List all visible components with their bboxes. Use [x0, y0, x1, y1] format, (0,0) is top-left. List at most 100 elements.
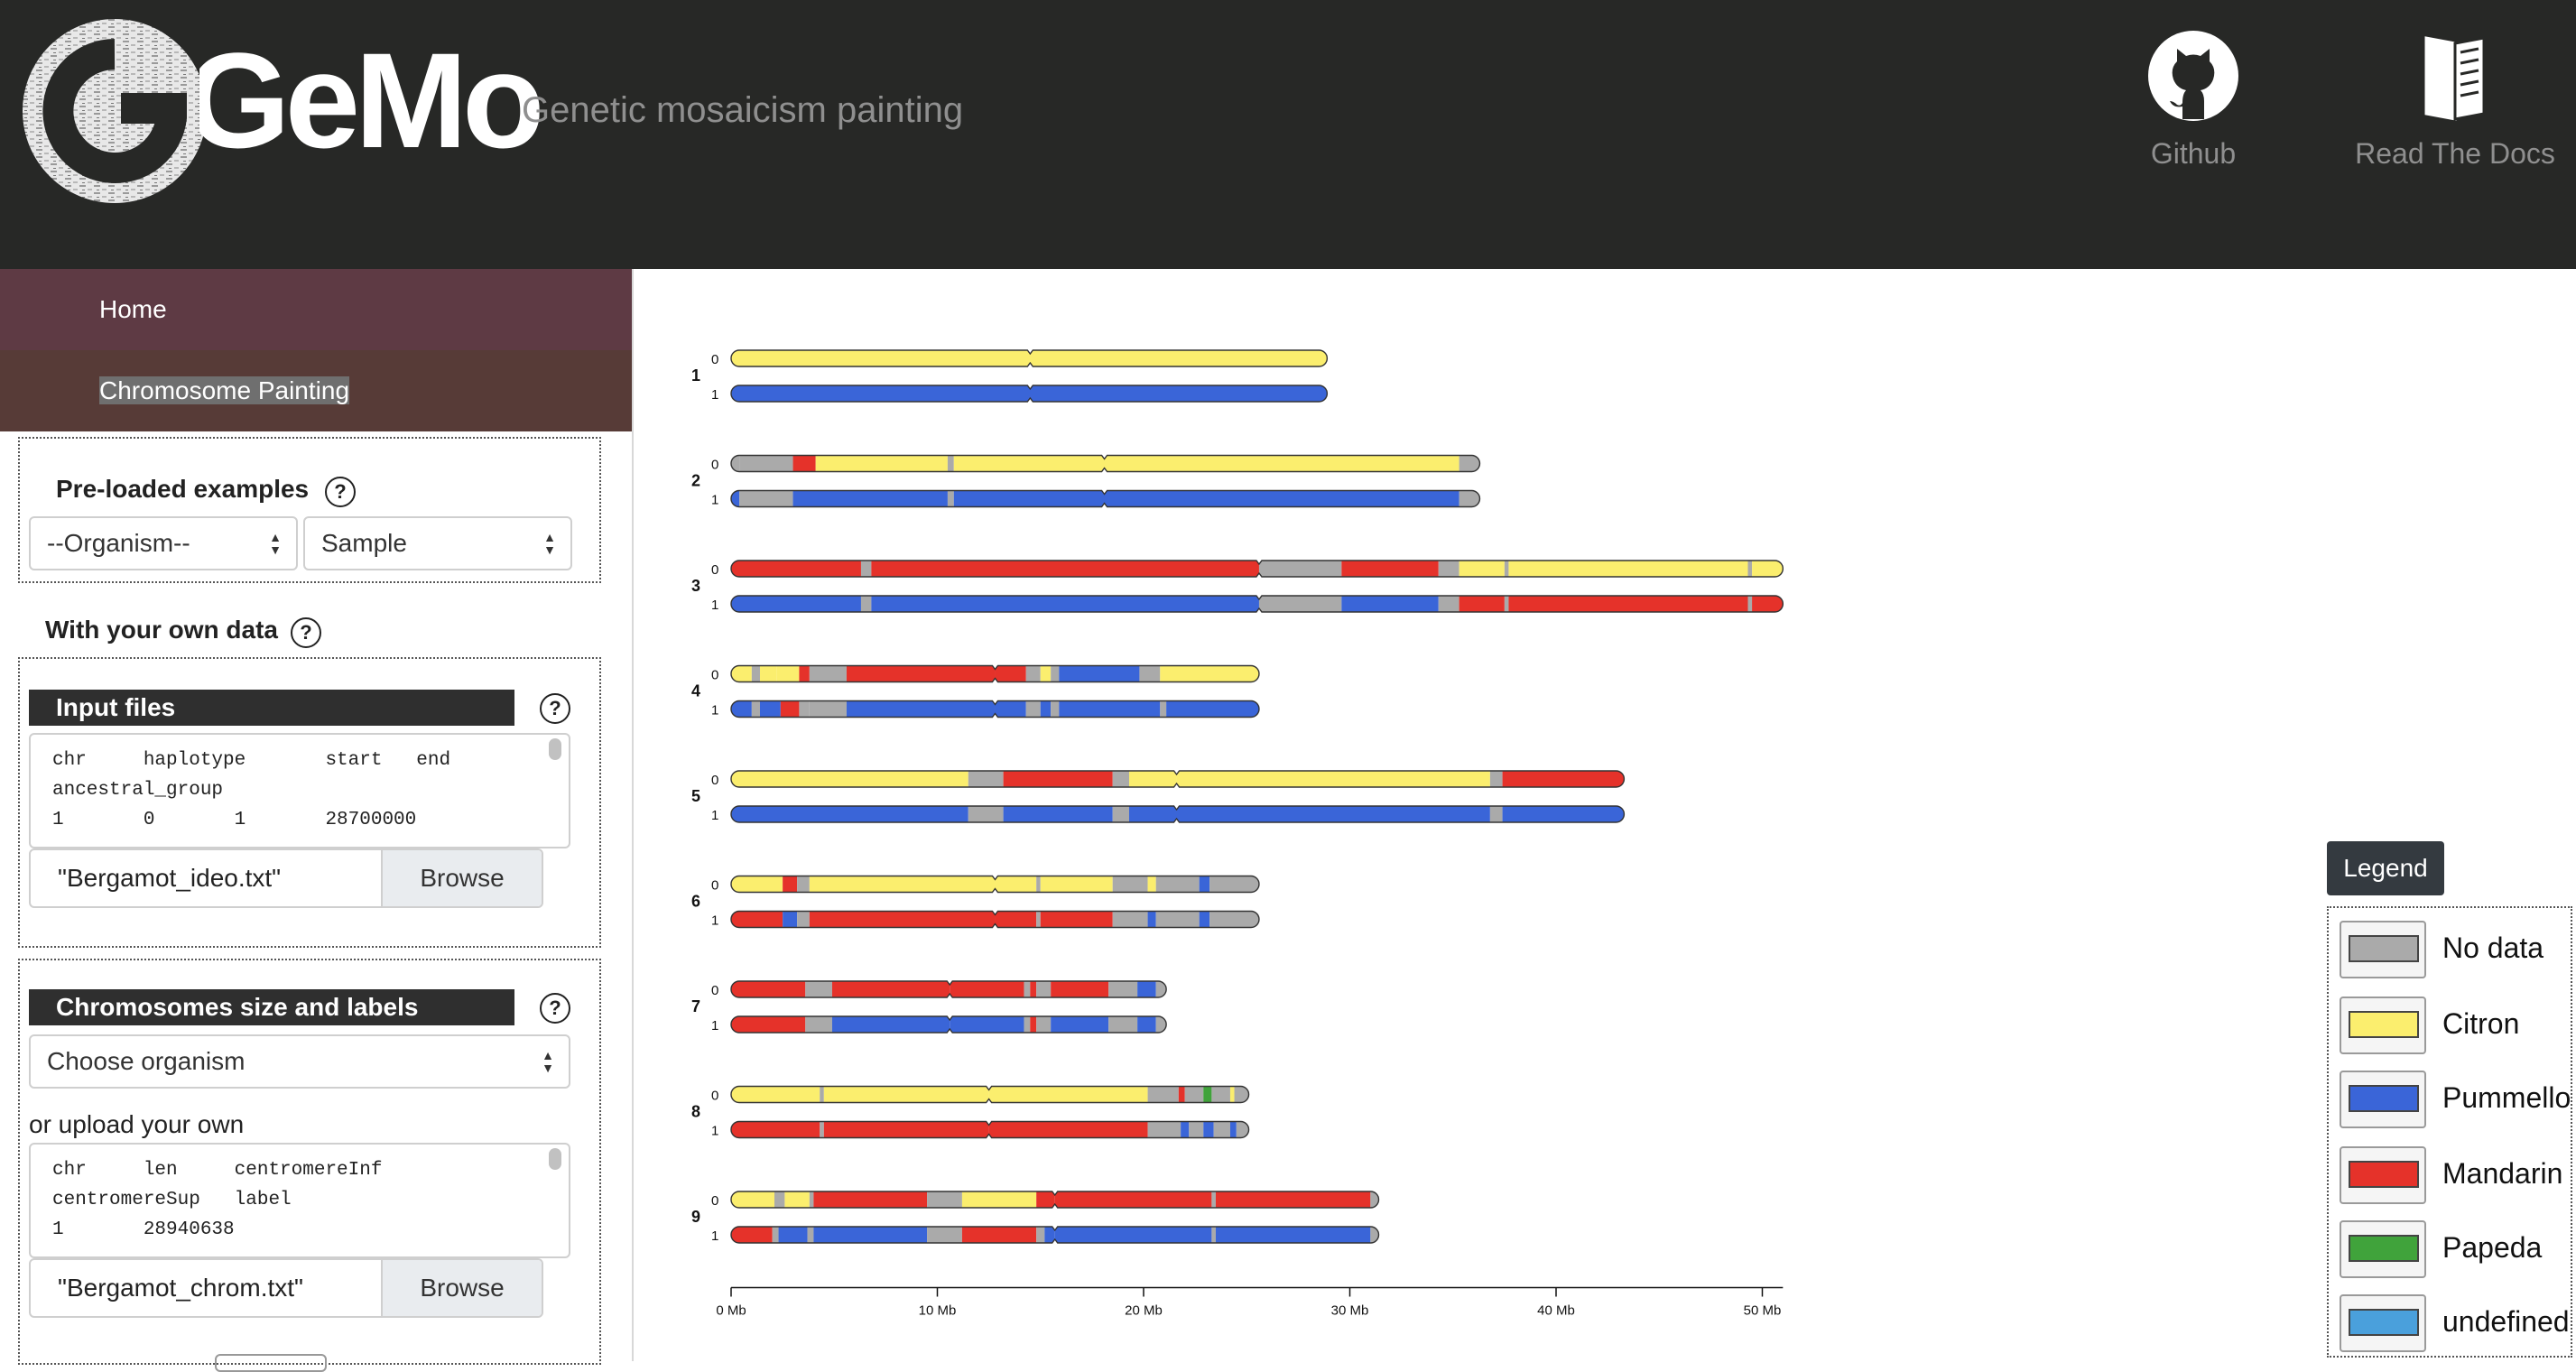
legend-label: No data — [2442, 932, 2544, 964]
legend-item-citron: Citron — [2340, 997, 2576, 1056]
segment-pummello — [1137, 1016, 1156, 1033]
segment-nodata — [1747, 561, 1753, 577]
segment-nodata — [1155, 876, 1200, 893]
chromosome-label: 4 — [691, 682, 700, 700]
segment-mandarin — [831, 981, 950, 997]
segment-mandarin — [995, 911, 1037, 928]
segment-mandarin — [950, 981, 1024, 997]
segment-citron — [1129, 771, 1177, 787]
segment-nodata — [1160, 700, 1167, 718]
haplotype-label: 1 — [711, 598, 718, 613]
preloaded-help-icon[interactable]: ? — [325, 477, 356, 507]
legend-color — [2349, 1309, 2419, 1336]
segment-citron — [815, 455, 948, 472]
nav-home-label: Home — [99, 295, 167, 323]
chromosome-label: 6 — [691, 893, 700, 911]
legend-color — [2349, 1235, 2419, 1262]
segment-mandarin — [809, 911, 996, 928]
ideo-file-input[interactable]: "Bergamot_ideo.txt" Browse — [29, 848, 543, 908]
haplotype-bar — [731, 665, 1259, 682]
chromosome-label: 8 — [691, 1103, 700, 1121]
haplotype-bar — [731, 876, 1259, 893]
chrom-file-input[interactable]: "Bergamot_chrom.txt" Browse — [29, 1258, 543, 1318]
github-label: Github — [2150, 137, 2237, 170]
segment-nodata — [1108, 981, 1138, 997]
legend-box: No data Citron Pummello Mandarin Papeda … — [2327, 906, 2572, 1358]
legend-item-undefined: undefined — [2340, 1294, 2576, 1354]
chrom-organism-select[interactable]: Choose organism ▲ ▼ — [29, 1034, 570, 1089]
ideo-file-name: "Bergamot_ideo.txt" — [58, 864, 282, 892]
select-arrows-icon: ▲ ▼ — [543, 530, 556, 557]
segment-pummello — [813, 1227, 928, 1243]
segment-nodata — [1108, 1016, 1138, 1033]
segment-pummello — [1166, 700, 1259, 718]
ideo-textarea-scrollbar[interactable] — [549, 738, 561, 760]
legend-swatch[interactable] — [2340, 1220, 2426, 1278]
segment-pummello — [831, 1016, 950, 1033]
legend-swatch[interactable] — [2340, 921, 2426, 978]
x-axis-tick-label: 40 Mb — [1537, 1303, 1575, 1319]
segment-nodata — [1747, 596, 1753, 612]
segment-nodata — [968, 771, 1004, 787]
nav-chrom-label: Chromosome Painting — [99, 376, 350, 404]
chrom-textarea-scrollbar[interactable] — [549, 1148, 561, 1170]
segment-mandarin — [846, 665, 996, 682]
book-icon — [2424, 36, 2486, 121]
segment-nodata — [1147, 1086, 1179, 1103]
segment-nodata — [739, 455, 793, 472]
segment-mandarin — [799, 665, 810, 682]
chrom-sizes-help-icon[interactable]: ? — [540, 993, 570, 1024]
input-files-header: Input files — [29, 690, 514, 726]
segment-citron — [1176, 771, 1490, 787]
nav-item-home[interactable]: Home — [0, 269, 632, 350]
haplotype-label: 1 — [711, 1018, 718, 1034]
segment-mandarin — [995, 665, 1026, 682]
submit-button[interactable] — [215, 1354, 327, 1372]
segment-nodata — [751, 700, 760, 718]
docs-link[interactable]: Read The Docs — [2347, 29, 2563, 171]
segment-pummello — [1229, 1121, 1237, 1138]
segment-nodata — [772, 1227, 779, 1243]
segment-mandarin — [731, 1121, 820, 1138]
legend-swatch[interactable] — [2340, 1294, 2426, 1352]
segment-pummello — [1181, 1121, 1190, 1138]
legend-swatch[interactable] — [2340, 1146, 2426, 1204]
segment-mandarin — [1752, 596, 1784, 612]
segment-nodata — [1211, 1086, 1230, 1103]
legend-swatch[interactable] — [2340, 1071, 2426, 1128]
chromosome-label: 3 — [691, 577, 700, 595]
legend-color — [2349, 1011, 2419, 1038]
organism-select[interactable]: --Organism-- ▲ ▼ — [29, 516, 298, 570]
nav-item-chromosome-painting[interactable]: Chromosome Painting — [0, 350, 632, 431]
segment-mandarin — [823, 1121, 989, 1138]
segment-pummello — [778, 1227, 808, 1243]
haplotype-label: 1 — [711, 808, 718, 823]
segment-nodata — [1147, 1121, 1181, 1138]
segment-citron — [1508, 561, 1748, 577]
segment-citron — [1229, 1086, 1235, 1103]
organism-select-value: --Organism-- — [47, 529, 190, 557]
segment-pummello — [1054, 1227, 1212, 1243]
segment-nodata — [1489, 806, 1503, 822]
chrom-textarea[interactable]: chr len centromereInf centromereSup labe… — [29, 1143, 570, 1258]
segment-mandarin — [1036, 1191, 1055, 1208]
own-data-help-icon[interactable]: ? — [291, 617, 321, 648]
segment-citron — [731, 1086, 820, 1103]
segment-mandarin — [1178, 1086, 1185, 1103]
github-link[interactable]: Github — [2103, 29, 2284, 171]
segment-mandarin — [731, 1016, 806, 1033]
input-files-help-icon[interactable]: ? — [540, 693, 570, 724]
segment-nodata — [1024, 1016, 1031, 1033]
ideo-browse-button[interactable]: Browse — [381, 850, 542, 906]
segment-citron — [1752, 561, 1784, 577]
segment-citron — [1040, 665, 1052, 682]
sample-select[interactable]: Sample ▲ ▼ — [303, 516, 572, 570]
segment-citron — [776, 665, 800, 682]
upload-own-label: or upload your own — [29, 1110, 245, 1138]
legend-swatch[interactable] — [2340, 997, 2426, 1054]
segment-nodata — [1370, 1191, 1379, 1208]
ideo-textarea[interactable]: chr haplotype start end ancestral_group … — [29, 733, 570, 848]
legend-color — [2349, 1085, 2419, 1112]
segment-citron — [731, 771, 968, 787]
chrom-browse-button[interactable]: Browse — [381, 1260, 542, 1316]
